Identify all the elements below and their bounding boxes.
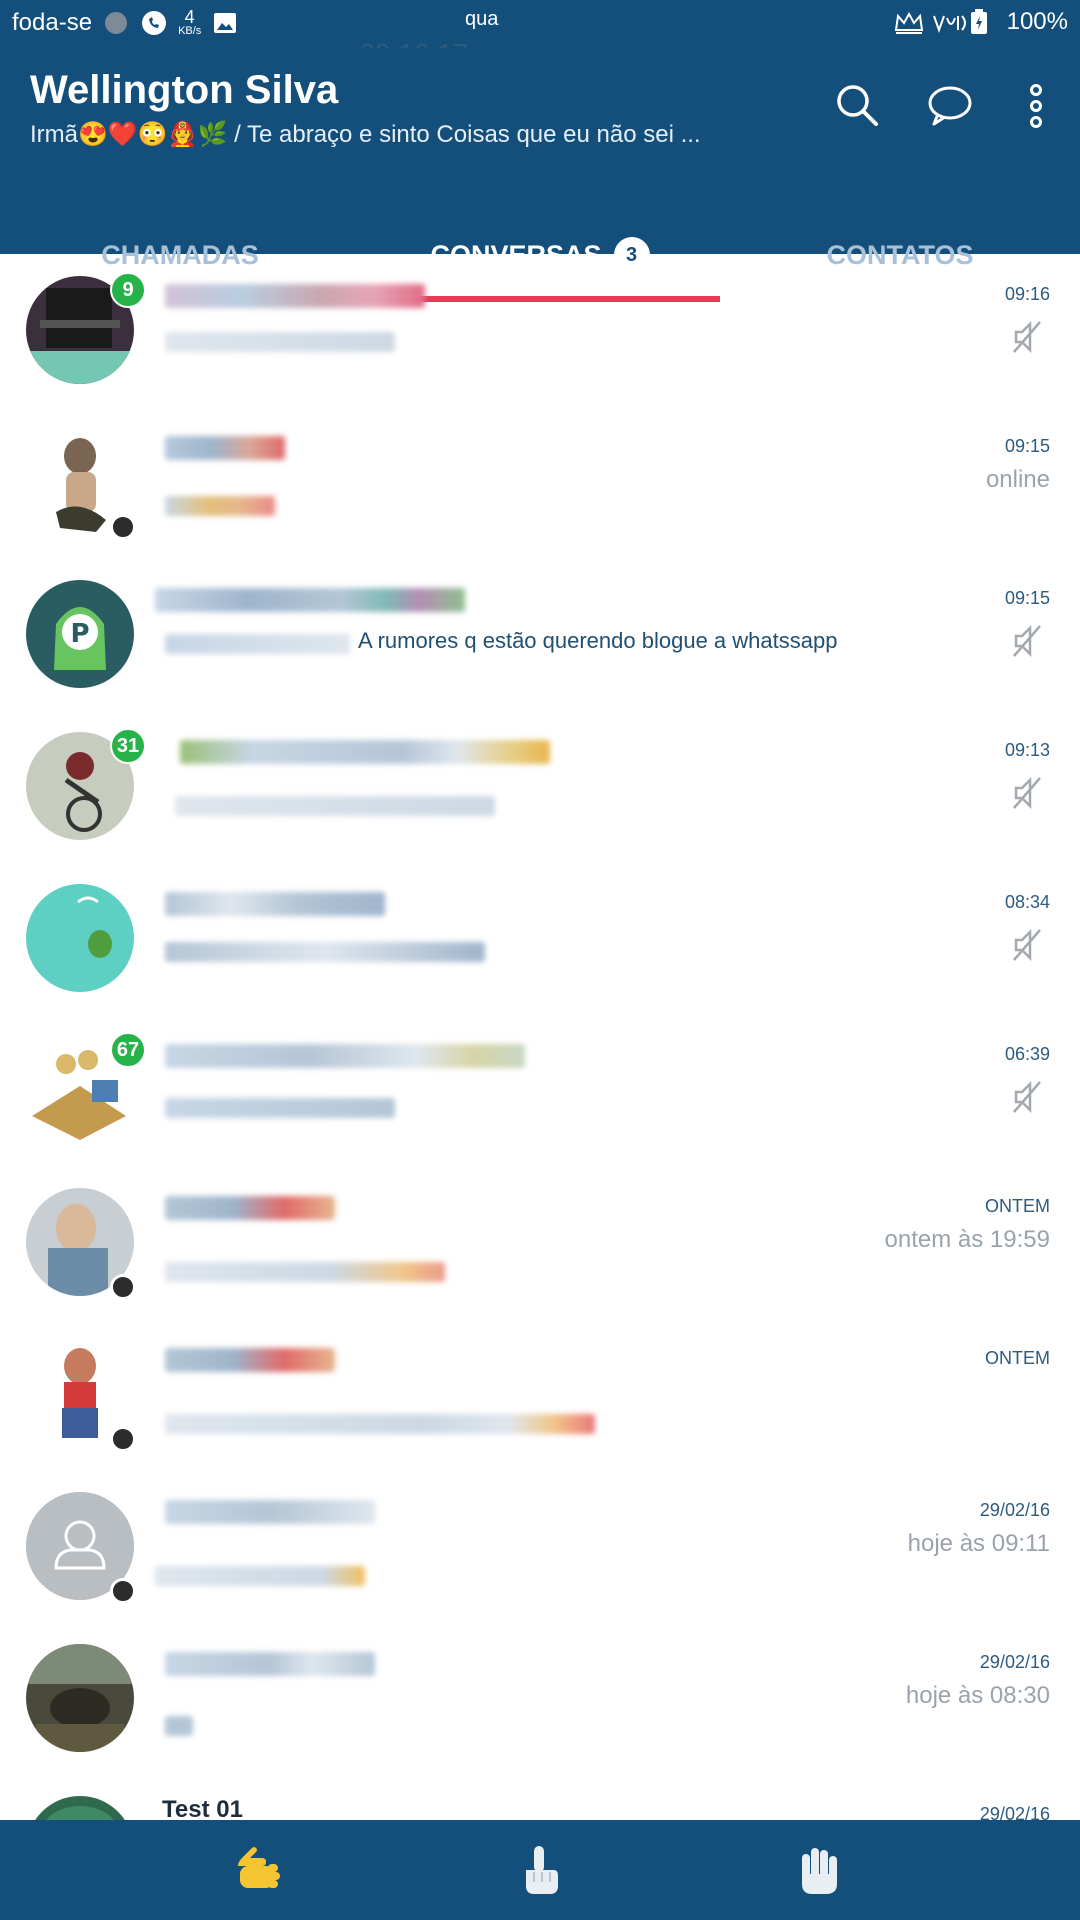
status-left-text: foda-se (12, 8, 93, 36)
chat-row[interactable]: 08:34 (0, 862, 1080, 1014)
more-options-button[interactable] (1008, 78, 1064, 134)
chat-row[interactable]: Test 01 29/02/16 (0, 1774, 1080, 1820)
volume-off-icon (1013, 320, 1041, 354)
volume-off-icon (1013, 776, 1041, 810)
app-bar: Wellington Silva Irmã😍❤️😳🧑‍🚒🌿 / Te abraç… (0, 48, 1080, 302)
chat-bubble-icon (928, 86, 972, 126)
contact-name-redacted (165, 284, 425, 308)
message-time: 06:39 (1004, 1044, 1050, 1064)
message-time: 29/02/16 (979, 1500, 1050, 1520)
avatar: P (26, 580, 134, 688)
new-chat-button[interactable] (922, 78, 978, 134)
status-bar: foda-se 4 KB/s qua 09:16:17 100% (0, 0, 1080, 69)
status-left: foda-se 4 KB/s (12, 8, 239, 37)
chat-row[interactable]: 29/02/16 hoje às 08:30 (0, 1622, 1080, 1774)
contact-name-redacted (165, 1652, 375, 1676)
last-message-redacted (165, 1098, 395, 1118)
message-time: 09:15 (1004, 436, 1050, 456)
king-logo-icon (931, 8, 966, 36)
unread-badge: 31 (110, 728, 146, 764)
bottom-bar (0, 1820, 1080, 1920)
chat-row[interactable]: P A rumores q estão querendo blogue a wh… (0, 558, 1080, 710)
online-indicator (110, 1274, 136, 1300)
chat-title[interactable]: Wellington Silva (30, 68, 338, 113)
contact-name-redacted (165, 1348, 335, 1372)
online-indicator (110, 1426, 136, 1452)
bottom-button-right[interactable] (790, 1842, 846, 1898)
raised-hand-icon (802, 1848, 837, 1894)
message-time: 29/02/16 (979, 1804, 1050, 1820)
net-speed: 4 KB/s (178, 7, 202, 37)
last-message-redacted (165, 332, 395, 352)
contact-status: hoje às 09:11 (907, 1530, 1050, 1557)
last-message-redacted (165, 496, 275, 516)
contact-status: online (985, 466, 1050, 493)
online-indicator (110, 1578, 136, 1604)
battery-percent: 100% (1006, 8, 1068, 35)
chat-list: 9 09:16 09:15 online P A rumores q estão… (0, 254, 1080, 1820)
bottom-button-center[interactable] (512, 1842, 568, 1898)
last-message-redacted (175, 796, 495, 816)
chat-subtitle: Irmã😍❤️😳🧑‍🚒🌿 / Te abraço e sinto Coisas … (30, 121, 701, 148)
chat-row[interactable]: 29/02/16 hoje às 09:11 (0, 1470, 1080, 1622)
message-time: 08:34 (1004, 892, 1050, 912)
message-time: ONTEM (985, 1196, 1050, 1216)
settings-ball-icon (102, 9, 130, 37)
contact-name-redacted (165, 1196, 335, 1220)
chat-row[interactable]: ONTEM (0, 1318, 1080, 1470)
unread-badge: 67 (110, 1032, 146, 1068)
contact-name-redacted (165, 436, 285, 460)
chat-row[interactable]: 09:15 online (0, 406, 1080, 558)
contact-name: Test 01 (162, 1796, 243, 1820)
status-right: 100% (893, 8, 1068, 36)
battery-icon (969, 8, 997, 36)
contact-name-redacted (155, 588, 465, 612)
last-message-sender-redacted (165, 634, 350, 654)
message-time: 09:16 (1004, 284, 1050, 304)
last-message-redacted (165, 1262, 445, 1282)
last-message-redacted (165, 1716, 193, 1736)
message-time: 29/02/16 (979, 1652, 1050, 1672)
image-icon (211, 9, 239, 37)
last-message-redacted (165, 1414, 595, 1434)
last-message-preview: A rumores q estão querendo blogue a what… (358, 628, 838, 653)
more-vert-icon (1030, 84, 1042, 128)
contact-status: hoje às 08:30 (905, 1682, 1050, 1709)
whatsapp-icon (140, 9, 168, 37)
last-message-redacted (155, 1566, 365, 1586)
contact-name-redacted (165, 1500, 375, 1524)
volume-off-icon (1013, 928, 1041, 962)
contact-name-redacted (165, 1044, 525, 1068)
chat-row[interactable]: ONTEM ontem às 19:59 (0, 1166, 1080, 1318)
online-indicator (110, 514, 136, 540)
contact-name-redacted (180, 740, 550, 764)
chat-row[interactable]: 9 09:16 (0, 254, 1080, 406)
volume-off-icon (1013, 1080, 1041, 1114)
tap-hand-icon (526, 1846, 558, 1894)
chat-row[interactable]: 67 06:39 (0, 1014, 1080, 1166)
search-icon (837, 85, 878, 126)
status-clock: qua 09:16:17 (359, 8, 499, 69)
last-message-redacted (165, 942, 485, 962)
unread-badge: 9 (110, 272, 146, 308)
crown-icon (893, 8, 923, 36)
message-time: ONTEM (985, 1348, 1050, 1368)
bottom-button-left[interactable] (232, 1842, 288, 1898)
message-time: 09:15 (1004, 588, 1050, 608)
pointing-hand-icon (238, 1847, 280, 1888)
contact-status: ontem às 19:59 (884, 1226, 1050, 1253)
avatar (26, 884, 134, 992)
avatar (26, 1796, 134, 1820)
contact-name-redacted (165, 892, 385, 916)
volume-off-icon (1013, 624, 1041, 658)
svg-text:P: P (70, 619, 89, 649)
message-time: 09:13 (1004, 740, 1050, 760)
avatar (26, 1644, 134, 1752)
chat-row[interactable]: 31 09:13 (0, 710, 1080, 862)
search-button[interactable] (830, 78, 886, 134)
